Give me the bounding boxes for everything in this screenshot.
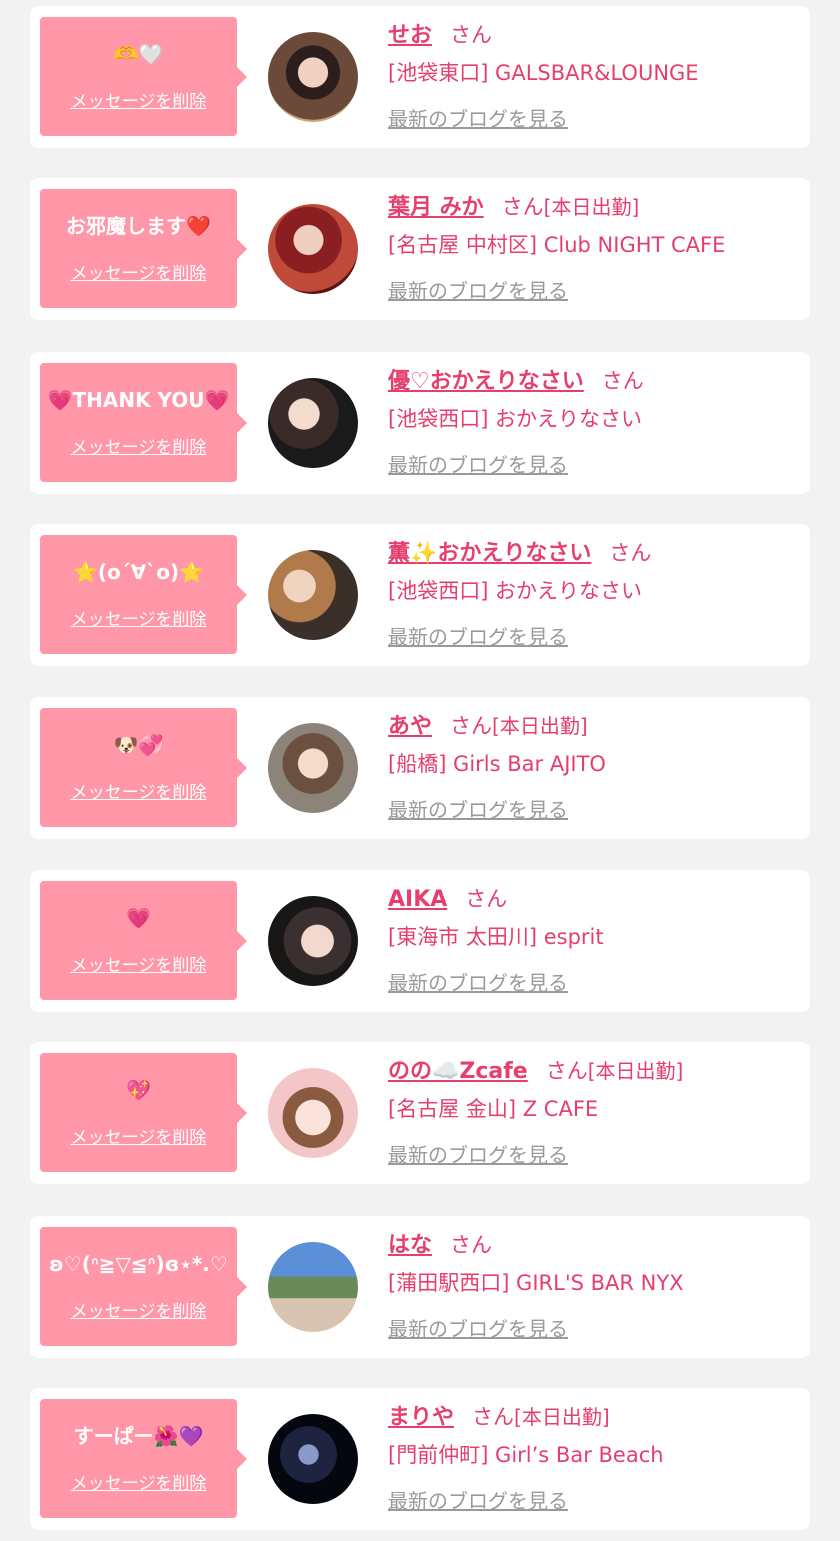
honorific: さん	[609, 541, 652, 565]
delete-message-link[interactable]: メッセージを削除	[40, 605, 237, 630]
message-bubble: 💖 メッセージを削除	[40, 1053, 247, 1172]
delete-message-link[interactable]: メッセージを削除	[40, 778, 237, 803]
avatar[interactable]	[268, 204, 358, 294]
shift-status: [本日出勤]	[492, 714, 588, 738]
message-text: お邪魔します❤️	[66, 214, 211, 238]
avatar[interactable]	[268, 550, 358, 640]
message-card: 🐶💞 メッセージを削除 あや さん[本日出勤] [船橋] Girls Bar AJ…	[30, 697, 810, 839]
avatar[interactable]	[268, 723, 358, 813]
message-text: ʚ♡(ᐢ≧▽≦ᐢ)ɞ⋆*.♡	[49, 1252, 228, 1276]
honorific: さん	[450, 1233, 493, 1257]
avatar[interactable]	[268, 896, 358, 986]
shop-name: [蒲田駅西口] GIRL'S BAR NYX	[388, 1271, 684, 1295]
delete-message-link[interactable]: メッセージを削除	[40, 1297, 237, 1322]
cast-name-link[interactable]: せお	[388, 23, 432, 48]
blog-link[interactable]: 最新のブログを見る	[388, 1485, 568, 1514]
blog-link[interactable]: 最新のブログを見る	[388, 275, 568, 304]
message-text: すーぱー🌺💜	[73, 1424, 204, 1448]
delete-message-link[interactable]: メッセージを削除	[40, 951, 237, 976]
message-text: ⭐️(oˊ∀ˋo)⭐️	[72, 560, 205, 584]
message-text: 🐶💞	[113, 733, 164, 757]
blog-link[interactable]: 最新のブログを見る	[388, 103, 568, 132]
message-card: ʚ♡(ᐢ≧▽≦ᐢ)ɞ⋆*.♡ メッセージを削除 はな さん [蒲田駅西口] GIR…	[30, 1216, 810, 1358]
message-list: 🫶🤍 メッセージを削除 せお さん [池袋東口] GALSBAR&LOUNGE 最…	[0, 0, 840, 1541]
message-card: 💗THANK YOU💗 メッセージを削除 優♡おかえりなさい さん [池袋西口] …	[30, 352, 810, 494]
avatar[interactable]	[268, 1414, 358, 1504]
shift-status: [本日出勤]	[514, 1405, 610, 1429]
message-bubble: 💗 メッセージを削除	[40, 881, 247, 1000]
blog-link[interactable]: 最新のブログを見る	[388, 449, 568, 478]
cast-name-link[interactable]: はな	[388, 1233, 432, 1258]
honorific: さん	[545, 1059, 588, 1083]
honorific: さん	[501, 195, 544, 219]
avatar[interactable]	[268, 32, 358, 122]
blog-link[interactable]: 最新のブログを見る	[388, 1139, 568, 1168]
message-card: ⭐️(oˊ∀ˋo)⭐️ メッセージを削除 薫✨おかえりなさい さん [池袋西口] …	[30, 524, 810, 666]
delete-message-link[interactable]: メッセージを削除	[40, 259, 237, 284]
shop-name: [池袋西口] おかえりなさい	[388, 579, 643, 603]
message-bubble: ʚ♡(ᐢ≧▽≦ᐢ)ɞ⋆*.♡ メッセージを削除	[40, 1227, 247, 1346]
avatar[interactable]	[268, 378, 358, 468]
message-bubble: 🫶🤍 メッセージを削除	[40, 17, 247, 136]
cast-name-link[interactable]: のの☁️Zcafe	[388, 1059, 528, 1084]
shift-status: [本日出勤]	[543, 195, 640, 219]
cast-name-link[interactable]: あや	[388, 714, 432, 739]
shop-name: [門前仲町] Girl’s Bar Beach	[388, 1443, 664, 1467]
blog-link[interactable]: 最新のブログを見る	[388, 1313, 568, 1342]
message-card: 💖 メッセージを削除 のの☁️Zcafe さん[本日出勤] [名古屋 金山] Z …	[30, 1042, 810, 1184]
blog-link[interactable]: 最新のブログを見る	[388, 794, 568, 823]
shop-name: [名古屋 中村区] Club NIGHT CAFE	[388, 233, 726, 257]
avatar[interactable]	[268, 1068, 358, 1158]
message-bubble: 💗THANK YOU💗 メッセージを削除	[40, 363, 247, 482]
cast-name-link[interactable]: 優♡おかえりなさい	[388, 369, 584, 394]
message-card: 🫶🤍 メッセージを削除 せお さん [池袋東口] GALSBAR&LOUNGE 最…	[30, 6, 810, 148]
honorific: さん	[465, 887, 508, 911]
message-card: お邪魔します❤️ メッセージを削除 葉月 みか さん[本日出勤] [名古屋 中村区…	[30, 178, 810, 320]
shop-name: [池袋西口] おかえりなさい	[388, 407, 643, 431]
message-text: 💗THANK YOU💗	[47, 388, 230, 412]
honorific: さん	[450, 714, 493, 738]
shop-name: [東海市 太田川] esprit	[388, 925, 604, 949]
message-bubble: すーぱー🌺💜 メッセージを削除	[40, 1399, 247, 1518]
delete-message-link[interactable]: メッセージを削除	[40, 433, 237, 458]
message-text: 💖	[126, 1078, 151, 1102]
cast-name-link[interactable]: 葉月 みか	[388, 195, 484, 220]
shift-status: [本日出勤]	[587, 1059, 684, 1083]
cast-name-link[interactable]: AIKA	[388, 887, 447, 912]
message-card: 💗 メッセージを削除 AIKA さん [東海市 太田川] esprit 最新のブロ…	[30, 870, 810, 1012]
message-text: 🫶🤍	[113, 42, 164, 66]
blog-link[interactable]: 最新のブログを見る	[388, 621, 568, 650]
honorific: さん	[450, 23, 493, 47]
delete-message-link[interactable]: メッセージを削除	[40, 1469, 237, 1494]
delete-message-link[interactable]: メッセージを削除	[40, 87, 237, 112]
message-card: すーぱー🌺💜 メッセージを削除 まりや さん[本日出勤] [門前仲町] Girl’…	[30, 1388, 810, 1530]
cast-name-link[interactable]: 薫✨おかえりなさい	[388, 541, 591, 566]
message-text: 💗	[126, 906, 151, 930]
blog-link[interactable]: 最新のブログを見る	[388, 967, 568, 996]
shop-name: [名古屋 金山] Z CAFE	[388, 1097, 599, 1121]
message-bubble: お邪魔します❤️ メッセージを削除	[40, 189, 247, 308]
shop-name: [池袋東口] GALSBAR&LOUNGE	[388, 61, 699, 85]
honorific: さん	[472, 1405, 515, 1429]
avatar[interactable]	[268, 1242, 358, 1332]
shop-name: [船橋] Girls Bar AJITO	[388, 752, 606, 776]
message-bubble: 🐶💞 メッセージを削除	[40, 708, 247, 827]
honorific: さん	[601, 369, 644, 393]
cast-name-link[interactable]: まりや	[388, 1405, 454, 1430]
delete-message-link[interactable]: メッセージを削除	[40, 1123, 237, 1148]
message-bubble: ⭐️(oˊ∀ˋo)⭐️ メッセージを削除	[40, 535, 247, 654]
